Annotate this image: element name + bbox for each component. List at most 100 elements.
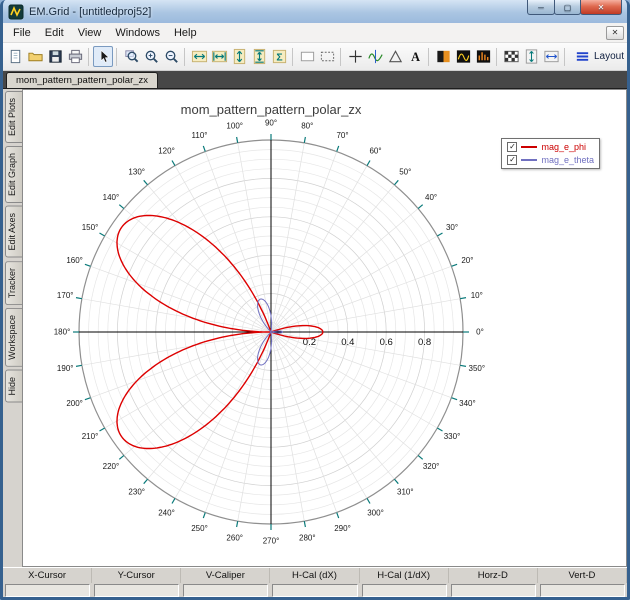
app-window: EM.Grid - [untitledproj52] ─ ▢ ✕ FileEdi… bbox=[0, 0, 630, 600]
angle-label: 30° bbox=[446, 223, 458, 232]
crosshair-button[interactable] bbox=[345, 46, 365, 67]
print-button[interactable] bbox=[65, 46, 85, 67]
angle-label: 170° bbox=[57, 291, 74, 300]
angle-label: 130° bbox=[128, 167, 145, 176]
angle-label: 50° bbox=[399, 167, 411, 176]
fit-vertical-icon bbox=[251, 48, 268, 65]
zoom-in-button[interactable] bbox=[141, 46, 161, 67]
menu-windows[interactable]: Windows bbox=[108, 25, 167, 41]
side-tab-workspace[interactable]: Workspace bbox=[5, 308, 22, 367]
readout-value-6 bbox=[540, 584, 625, 597]
angle-label: 160° bbox=[66, 256, 83, 265]
readout-header-h-cal-dx: H-Cal (dX) bbox=[270, 568, 359, 583]
print-icon bbox=[67, 48, 84, 65]
select-cursor-icon bbox=[95, 48, 112, 65]
new-file-button[interactable] bbox=[5, 46, 25, 67]
vertical-markers-icon bbox=[523, 48, 540, 65]
caption-buttons: ─ ▢ ✕ bbox=[528, 0, 622, 15]
legend-entry-mag-e-phi: ✓ mag_e_phi bbox=[507, 142, 594, 152]
readout-header-y-cursor: Y-Cursor bbox=[92, 568, 181, 583]
side-tab-bar: Edit Plots Edit Graph Edit Axes Tracker Work… bbox=[3, 89, 22, 567]
side-tab-hide[interactable]: Hide bbox=[5, 370, 22, 403]
menu-view[interactable]: View bbox=[71, 25, 109, 41]
side-tab-edit-axes[interactable]: Edit Axes bbox=[5, 206, 22, 258]
angle-label: 180° bbox=[54, 328, 71, 337]
legend-line-sample bbox=[521, 159, 537, 161]
maximize-button[interactable]: ▢ bbox=[554, 0, 581, 15]
select-cursor-button[interactable] bbox=[93, 46, 113, 67]
legend-label: mag_e_phi bbox=[541, 142, 586, 152]
crosshair-icon bbox=[347, 48, 364, 65]
trace-cursor-icon bbox=[367, 48, 384, 65]
legend-checkbox-mag-e-phi[interactable]: ✓ bbox=[507, 142, 517, 152]
delta-marker-button[interactable] bbox=[385, 46, 405, 67]
expand-horizontal-button[interactable] bbox=[189, 46, 209, 67]
text-annotation-button[interactable]: A bbox=[405, 46, 425, 67]
layout-icon bbox=[574, 48, 591, 65]
vertical-markers-button[interactable] bbox=[521, 46, 541, 67]
child-close-button[interactable]: ✕ bbox=[606, 26, 624, 40]
radial-label: 0.8 bbox=[418, 337, 431, 348]
open-file-button[interactable] bbox=[25, 46, 45, 67]
zoom-out-button[interactable] bbox=[161, 46, 181, 67]
region-select-icon bbox=[299, 48, 316, 65]
side-tab-edit-plots[interactable]: Edit Plots bbox=[5, 91, 22, 143]
waveform-view-button[interactable] bbox=[453, 46, 473, 67]
fit-horizontal-button[interactable] bbox=[209, 46, 229, 67]
angle-label: 300° bbox=[367, 509, 384, 518]
legend-label: mag_e_theta bbox=[541, 155, 594, 165]
angle-label: 280° bbox=[299, 533, 316, 542]
zoom-window-button[interactable] bbox=[121, 46, 141, 67]
main-area: Edit Plots Edit Graph Edit Axes Tracker Work… bbox=[3, 89, 627, 567]
angle-label: 220° bbox=[103, 462, 120, 471]
angle-label: 110° bbox=[192, 131, 208, 140]
angle-label: 140° bbox=[103, 193, 120, 202]
angle-label: 150° bbox=[82, 223, 99, 232]
save-file-button[interactable] bbox=[45, 46, 65, 67]
delta-marker-icon bbox=[387, 48, 404, 65]
spectrum-view-button[interactable] bbox=[473, 46, 493, 67]
readout-header-v-caliper: V-Caliper bbox=[181, 568, 270, 583]
angle-label: 320° bbox=[423, 462, 440, 471]
zoom-region-icon bbox=[319, 48, 336, 65]
layout-button[interactable]: Layout bbox=[569, 46, 627, 67]
text-annotation-icon: A bbox=[407, 48, 424, 65]
legend-checkbox-mag-e-theta[interactable]: ✓ bbox=[507, 155, 517, 165]
readout-value-3 bbox=[272, 584, 357, 597]
angle-label: 70° bbox=[336, 131, 348, 140]
trace-cursor-button[interactable] bbox=[365, 46, 385, 67]
expand-vertical-button[interactable] bbox=[229, 46, 249, 67]
angle-label: 40° bbox=[425, 193, 437, 202]
angle-label: 230° bbox=[128, 488, 145, 497]
title-bar: EM.Grid - [untitledproj52] ─ ▢ ✕ bbox=[3, 0, 627, 23]
minimize-button[interactable]: ─ bbox=[527, 0, 555, 15]
horizontal-markers-button[interactable] bbox=[541, 46, 561, 67]
new-file-icon bbox=[7, 48, 24, 65]
region-select-button[interactable] bbox=[297, 46, 317, 67]
grid-pattern-button[interactable] bbox=[501, 46, 521, 67]
radial-label: 0.4 bbox=[341, 337, 354, 348]
menu-file[interactable]: File bbox=[6, 25, 38, 41]
plot-area[interactable]: 0°10°20°30°40°50°60°70°80°90°100°110°120… bbox=[22, 89, 627, 567]
color-map-button[interactable] bbox=[433, 46, 453, 67]
waveform-view-icon bbox=[455, 48, 472, 65]
angle-label: 250° bbox=[191, 524, 208, 533]
legend-entry-mag-e-theta: ✓ mag_e_theta bbox=[507, 155, 594, 165]
menu-edit[interactable]: Edit bbox=[38, 25, 71, 41]
menu-help[interactable]: Help bbox=[167, 25, 204, 41]
zoom-region-button[interactable] bbox=[317, 46, 337, 67]
angle-label: 200° bbox=[66, 399, 83, 408]
expand-horizontal-icon bbox=[191, 48, 208, 65]
angle-label: 270° bbox=[263, 537, 280, 546]
fit-vertical-button[interactable] bbox=[249, 46, 269, 67]
radial-label: 0.6 bbox=[380, 337, 393, 348]
angle-label: 190° bbox=[57, 364, 74, 373]
autoscale-button[interactable]: Σ bbox=[269, 46, 289, 67]
menu-bar: FileEditViewWindowsHelp ✕ bbox=[3, 23, 627, 43]
tab-mom-pattern-pattern-polar-zx[interactable]: mom_pattern_pattern_polar_zx bbox=[6, 72, 158, 88]
angle-label: 260° bbox=[226, 533, 243, 542]
side-tab-tracker[interactable]: Tracker bbox=[5, 261, 22, 305]
close-button[interactable]: ✕ bbox=[580, 0, 622, 15]
angle-label: 90° bbox=[265, 119, 277, 128]
side-tab-edit-graph[interactable]: Edit Graph bbox=[5, 146, 22, 203]
